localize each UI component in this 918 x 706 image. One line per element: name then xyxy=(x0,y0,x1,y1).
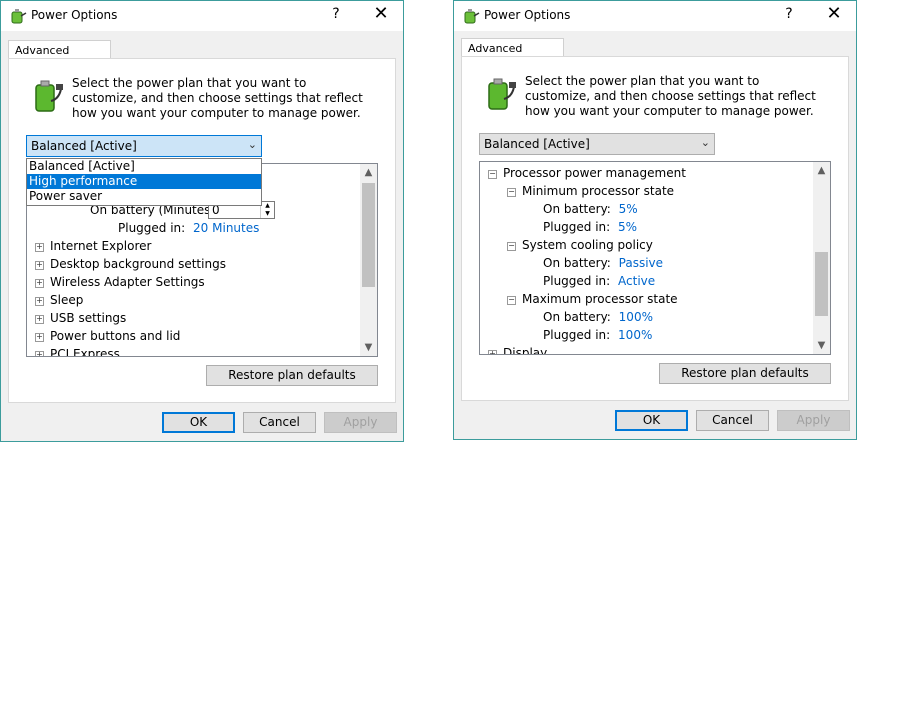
collapse-icon[interactable]: − xyxy=(507,296,516,305)
power-options-icon xyxy=(464,9,480,24)
tree-item[interactable]: + Wireless Adapter Settings xyxy=(35,274,205,290)
min-plugged-value[interactable]: 5% xyxy=(618,220,637,234)
tree-item[interactable]: + Desktop background settings xyxy=(35,256,226,272)
power-plan-select[interactable]: Balanced [Active] ⌄ xyxy=(479,133,715,155)
tree-item-display[interactable]: + Display xyxy=(488,345,547,354)
chevron-down-icon: ⌄ xyxy=(700,136,710,149)
tree-item-min-battery: On battery: 5% xyxy=(543,202,638,216)
expand-icon[interactable]: + xyxy=(35,315,44,324)
scroll-up-icon[interactable]: ▲ xyxy=(360,164,377,181)
scroll-up-icon[interactable]: ▲ xyxy=(813,162,830,179)
tree-item[interactable]: + Internet Explorer xyxy=(35,238,151,254)
tree-item-cooling[interactable]: − System cooling policy xyxy=(507,237,653,253)
max-plugged-value[interactable]: 100% xyxy=(618,328,652,342)
power-plan-select[interactable]: Balanced [Active] ⌄ xyxy=(26,135,262,157)
close-button[interactable]: ✕ xyxy=(820,3,848,24)
plugged-in-value[interactable]: 20 Minutes xyxy=(193,221,259,235)
tree-item[interactable]: + Sleep xyxy=(35,292,83,308)
power-plan-dropdown: Balanced [Active] High performance Power… xyxy=(26,158,262,206)
scroll-down-icon[interactable]: ▼ xyxy=(360,339,377,356)
tree-scrollbar[interactable]: ▲ ▼ xyxy=(813,162,830,354)
tree-item-cool-battery: On battery: Passive xyxy=(543,256,664,270)
description-text: Select the power plan that you want to c… xyxy=(72,76,363,120)
tree-scrollbar[interactable]: ▲ ▼ xyxy=(360,164,377,356)
restore-label: Restore plan defaults xyxy=(228,368,356,382)
ok-button[interactable]: OK xyxy=(615,410,688,431)
collapse-icon[interactable]: − xyxy=(507,188,516,197)
tree-item-min-state[interactable]: − Minimum processor state xyxy=(507,183,674,199)
power-options-dialog-left: Power Options ? ✕ Advanced settings Sele… xyxy=(0,0,404,442)
cool-plugged-value[interactable]: Active xyxy=(618,274,655,288)
expand-icon[interactable]: + xyxy=(35,351,44,356)
tree-item-max-battery: On battery: 100% xyxy=(543,310,653,324)
power-plan-value: Balanced [Active] xyxy=(31,139,137,153)
plugged-in-label: Plugged in: xyxy=(118,221,186,235)
tab-advanced-settings[interactable]: Advanced settings xyxy=(461,38,564,68)
chevron-down-icon: ⌄ xyxy=(247,138,257,151)
power-options-dialog-right: Power Options ? ✕ Advanced settings Sele… xyxy=(453,0,857,440)
restore-label: Restore plan defaults xyxy=(681,366,809,380)
expand-icon[interactable]: + xyxy=(35,261,44,270)
dropdown-option-power-saver[interactable]: Power saver xyxy=(27,189,261,204)
cancel-button[interactable]: Cancel xyxy=(696,410,769,431)
expand-icon[interactable]: + xyxy=(35,333,44,342)
ok-button[interactable]: OK xyxy=(162,412,235,433)
help-button[interactable]: ? xyxy=(325,6,347,22)
tree-row-plugged: Plugged in: 20 Minutes xyxy=(118,220,259,236)
tree-item[interactable]: + PCI Express xyxy=(35,346,120,356)
expand-icon[interactable]: + xyxy=(35,243,44,252)
close-button[interactable]: ✕ xyxy=(367,3,395,24)
tree-item-cool-plugged: Plugged in: Active xyxy=(543,274,656,288)
window-title: Power Options xyxy=(31,8,118,22)
dropdown-option-high-performance[interactable]: High performance xyxy=(27,174,261,189)
cancel-button[interactable]: Cancel xyxy=(243,412,316,433)
window-title: Power Options xyxy=(484,8,571,22)
description-text: Select the power plan that you want to c… xyxy=(525,74,816,118)
tree-item-max-plugged: Plugged in: 100% xyxy=(543,328,653,342)
battery-plug-icon xyxy=(35,80,63,112)
apply-button[interactable]: Apply xyxy=(324,412,397,433)
battery-plug-icon xyxy=(488,78,516,110)
scroll-thumb[interactable] xyxy=(815,252,828,316)
help-button[interactable]: ? xyxy=(778,6,800,22)
restore-plan-defaults-button[interactable]: Restore plan defaults xyxy=(206,365,378,386)
expand-icon[interactable]: + xyxy=(35,297,44,306)
tree-item[interactable]: + Power buttons and lid xyxy=(35,328,180,344)
tree-item-min-plugged: Plugged in: 5% xyxy=(543,220,638,234)
cool-battery-value[interactable]: Passive xyxy=(619,256,663,270)
settings-tree: − Processor power management − Minimum pro… xyxy=(479,161,831,355)
expand-icon[interactable]: + xyxy=(35,279,44,288)
power-options-icon xyxy=(11,9,27,24)
power-plan-value: Balanced [Active] xyxy=(484,137,590,151)
tree-item-processor[interactable]: − Processor power management xyxy=(488,165,686,181)
scroll-down-icon[interactable]: ▼ xyxy=(813,337,830,354)
title-bar: Power Options ? ✕ xyxy=(454,1,856,31)
tab-advanced-settings[interactable]: Advanced settings xyxy=(8,40,111,70)
title-bar: Power Options ? ✕ xyxy=(1,1,403,31)
apply-button[interactable]: Apply xyxy=(777,410,850,431)
collapse-icon[interactable]: − xyxy=(488,170,497,179)
max-battery-value[interactable]: 100% xyxy=(619,310,653,324)
tree-item[interactable]: + USB settings xyxy=(35,310,126,326)
spinner-arrows[interactable]: ▲ ▼ xyxy=(260,202,274,218)
expand-icon[interactable]: + xyxy=(488,350,497,354)
scroll-thumb[interactable] xyxy=(362,183,375,287)
collapse-icon[interactable]: − xyxy=(507,242,516,251)
dropdown-option-balanced[interactable]: Balanced [Active] xyxy=(27,159,261,174)
min-battery-value[interactable]: 5% xyxy=(619,202,638,216)
restore-plan-defaults-button[interactable]: Restore plan defaults xyxy=(659,363,831,384)
tree-item-max-state[interactable]: − Maximum processor state xyxy=(507,291,678,307)
